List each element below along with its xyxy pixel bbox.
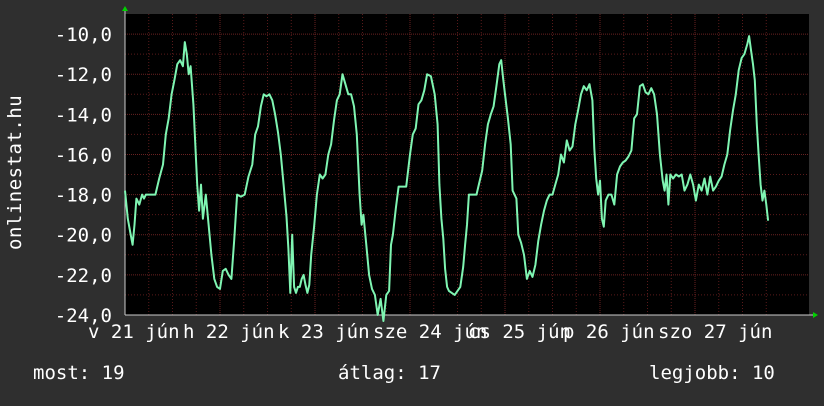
x-tick-label: p 26 jún: [563, 321, 655, 343]
footer-best-label: legjobb:: [649, 362, 741, 384]
y-tick-label: -20,0: [55, 225, 112, 247]
footer-average: átlag: 17: [338, 362, 441, 384]
y-tick-label: -14,0: [55, 104, 112, 126]
y-tick-label: -10,0: [55, 24, 112, 46]
x-tick-label: k 23 jún: [278, 321, 370, 343]
y-tick-label: -22,0: [55, 265, 112, 287]
y-tick-label: -16,0: [55, 144, 112, 166]
x-axis-arrow: [813, 312, 818, 318]
footer-best: legjobb: 10: [649, 362, 775, 384]
y-tick-label: -18,0: [55, 185, 112, 207]
x-tick-label: szo 27 jún: [658, 321, 772, 343]
x-tick-label: v 21 jún: [88, 321, 180, 343]
y-tick-label: -12,0: [55, 64, 112, 86]
x-tick-label: cs 25 jún: [468, 321, 571, 343]
footer-now-label: most:: [33, 362, 91, 384]
footer-average-value: 17: [418, 362, 441, 384]
y-axis-arrow: [122, 6, 128, 11]
chart-area: -10,0 -12,0 -14,0 -16,0 -18,0 -20,0 -22,0 -24,0…: [0, 0, 824, 402]
footer-average-label: átlag:: [338, 362, 407, 384]
plot-background: [125, 14, 809, 315]
footer-best-value: 10: [751, 362, 775, 384]
footer-now: most: 19: [33, 362, 125, 384]
temperature-chart: -10,0-12,0-14,0-16,0-18,0-20,0-22,0-24,0…: [55, 6, 818, 343]
watermark-label: onlinestat.hu: [4, 94, 26, 250]
footer-now-value: 19: [101, 362, 125, 384]
x-tick-label: h 22 jún: [183, 321, 275, 343]
